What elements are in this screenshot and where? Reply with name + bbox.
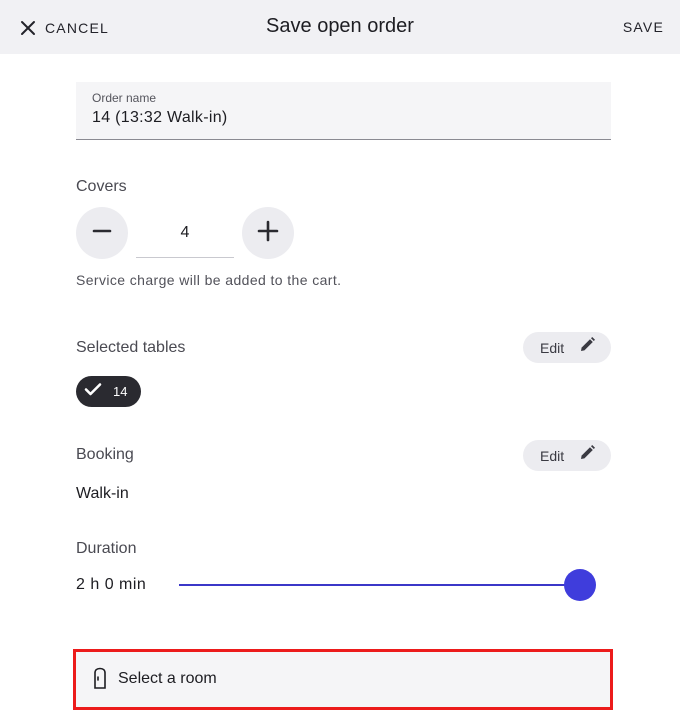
cancel-button[interactable]: CANCEL [20,15,109,41]
covers-label: Covers [76,178,127,195]
edit-tables-button[interactable]: Edit [523,332,611,363]
slider-thumb[interactable] [564,569,596,601]
booking-value: Walk-in [76,485,129,502]
save-button[interactable]: SAVE [623,19,664,35]
duration-slider[interactable] [179,568,597,602]
room-door-icon [92,666,108,695]
edit-booking-label: Edit [540,447,565,464]
minus-icon [92,221,112,246]
order-name-label: Order name [92,91,157,105]
edit-tables-label: Edit [540,339,565,356]
service-charge-hint: Service charge will be added to the cart… [76,272,342,288]
duration-label: Duration [76,540,137,557]
pencil-icon [578,444,596,467]
table-chip-label: 14 [113,384,128,399]
pencil-icon [578,336,596,359]
duration-value: 2 h 0 min [76,576,147,593]
order-name-field[interactable]: Order name 14 (13:32 Walk-in) [76,82,611,140]
checkmark-icon [84,382,102,401]
edit-booking-button[interactable]: Edit [523,440,611,471]
order-name-value[interactable]: 14 (13:32 Walk-in) [92,109,228,127]
close-icon [20,20,36,36]
table-chip[interactable]: 14 [76,376,141,407]
select-room-button[interactable]: Select a room [73,649,613,710]
decrement-covers-button[interactable] [76,207,128,259]
cancel-label: CANCEL [45,20,109,36]
covers-input[interactable]: 4 [136,207,234,258]
selected-tables-label: Selected tables [76,339,186,356]
increment-covers-button[interactable] [242,207,294,259]
plus-icon [257,220,279,247]
select-room-label: Select a room [118,670,217,687]
top-app-bar: CANCEL Save open order SAVE [0,0,680,54]
slider-track [179,584,580,586]
booking-label: Booking [76,446,134,463]
